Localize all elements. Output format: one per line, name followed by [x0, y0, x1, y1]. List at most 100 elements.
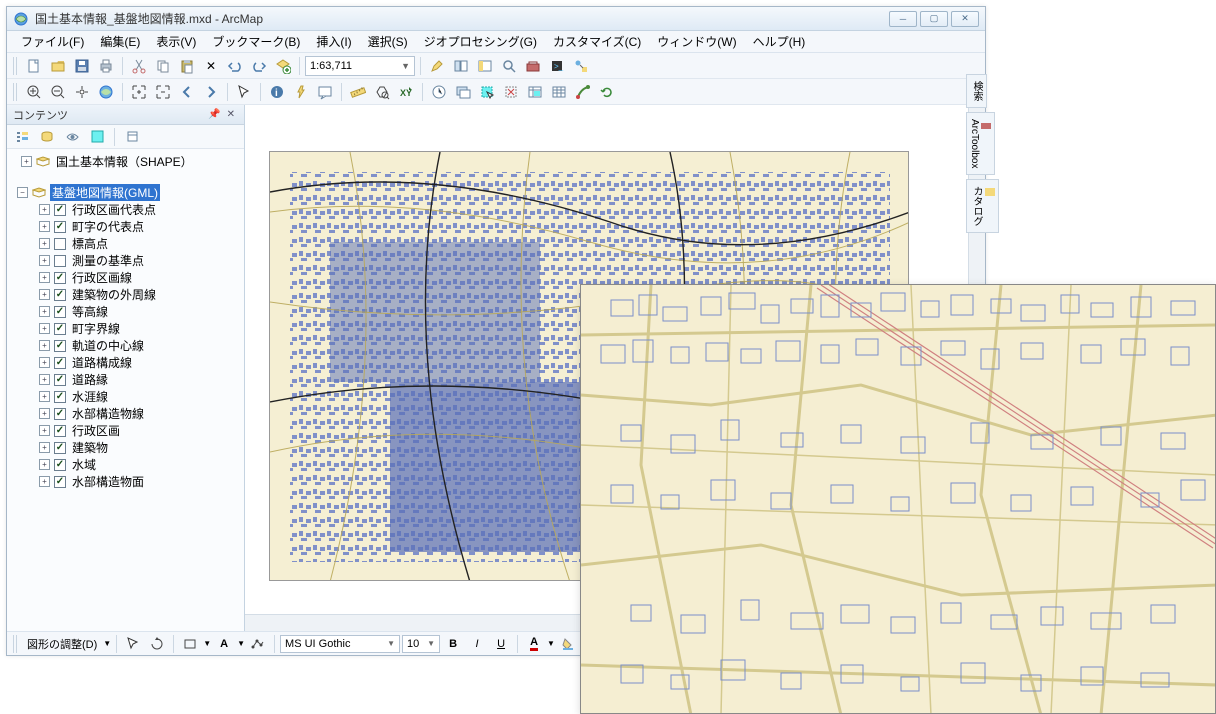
zoom-in-button[interactable] [23, 81, 45, 103]
hyperlink-button[interactable] [290, 81, 312, 103]
rectangle-tool[interactable] [179, 633, 201, 655]
copy-button[interactable] [152, 55, 174, 77]
list-by-selection-button[interactable] [86, 126, 108, 148]
fill-color-button[interactable] [557, 633, 579, 655]
find-button[interactable] [371, 81, 393, 103]
delete-button[interactable]: ✕ [200, 55, 222, 77]
minimize-button[interactable]: ─ [889, 11, 917, 27]
expand-icon[interactable]: + [39, 204, 50, 215]
redo-button[interactable] [248, 55, 270, 77]
pin-icon[interactable]: 📌 [205, 109, 223, 120]
fixed-zoom-out-button[interactable] [152, 81, 174, 103]
layer-label[interactable]: 等高線 [70, 303, 110, 320]
select-by-attributes-button[interactable] [524, 81, 546, 103]
expand-icon[interactable]: + [21, 156, 32, 167]
expand-icon[interactable]: + [39, 357, 50, 368]
menu-help[interactable]: ヘルプ(H) [745, 31, 814, 52]
italic-button[interactable]: I [466, 633, 488, 655]
list-by-drawing-order-button[interactable] [11, 126, 33, 148]
underline-button[interactable]: U [490, 633, 512, 655]
layer-row[interactable]: + 等高線 [7, 303, 244, 320]
catalog-button[interactable] [474, 55, 496, 77]
expand-icon[interactable]: + [39, 340, 50, 351]
expand-icon[interactable]: + [39, 391, 50, 402]
search-button[interactable] [498, 55, 520, 77]
undo-button[interactable] [224, 55, 246, 77]
layer-checkbox[interactable] [54, 221, 66, 233]
layer-row[interactable]: + 水部構造物線 [7, 405, 244, 422]
full-extent-button[interactable] [95, 81, 117, 103]
layer-label[interactable]: 町字の代表点 [70, 218, 146, 235]
forward-extent-button[interactable] [200, 81, 222, 103]
menu-edit[interactable]: 編集(E) [92, 31, 148, 52]
identify-button[interactable]: i [266, 81, 288, 103]
menu-insert[interactable]: 挿入(I) [308, 31, 359, 52]
print-button[interactable] [95, 55, 117, 77]
expand-icon[interactable]: + [39, 272, 50, 283]
menu-window[interactable]: ウィンドウ(W) [649, 31, 744, 52]
toc-button[interactable] [450, 55, 472, 77]
draw-menu[interactable]: 図形の調整(D) [23, 636, 101, 652]
layer-label[interactable]: 道路縁 [70, 371, 110, 388]
layer-row[interactable]: + 町字の代表点 [7, 218, 244, 235]
fixed-zoom-in-button[interactable] [128, 81, 150, 103]
layer-label[interactable]: 水涯線 [70, 388, 110, 405]
menu-select[interactable]: 選択(S) [360, 31, 416, 52]
expand-icon[interactable]: + [39, 289, 50, 300]
layer-group-shape[interactable]: + 国土基本情報（SHAPE） [7, 153, 244, 170]
layer-row[interactable]: + 行政区画線 [7, 269, 244, 286]
bold-button[interactable]: B [442, 633, 464, 655]
layer-row[interactable]: +水部構造物面 [7, 473, 244, 490]
layer-label[interactable]: 行政区画代表点 [70, 201, 158, 218]
options-button[interactable] [121, 126, 143, 148]
layer-checkbox[interactable] [54, 391, 66, 403]
layer-checkbox[interactable] [54, 306, 66, 318]
expand-icon[interactable]: + [39, 255, 50, 266]
find-route-button[interactable] [572, 81, 594, 103]
side-tab-arctoolbox[interactable]: ArcToolbox [966, 112, 995, 175]
list-by-visibility-button[interactable] [61, 126, 83, 148]
layer-checkbox[interactable] [54, 204, 66, 216]
layer-row[interactable]: +標高点 [7, 235, 244, 252]
layer-checkbox[interactable] [54, 357, 66, 369]
python-button[interactable]: >_ [546, 55, 568, 77]
layer-label[interactable]: 町字界線 [70, 320, 122, 337]
time-slider-button[interactable] [428, 81, 450, 103]
expand-icon[interactable]: + [39, 408, 50, 419]
expand-icon[interactable]: + [39, 306, 50, 317]
expand-icon[interactable]: + [39, 442, 50, 453]
font-color-button[interactable]: A [523, 633, 545, 655]
rotate-button[interactable] [146, 633, 168, 655]
expand-icon[interactable]: + [39, 221, 50, 232]
menu-view[interactable]: 表示(V) [148, 31, 204, 52]
layer-row[interactable]: +行政区画 [7, 422, 244, 439]
refresh-button[interactable] [596, 81, 618, 103]
layer-label[interactable]: 水部構造物線 [70, 405, 146, 422]
layer-label[interactable]: 建築物 [70, 439, 110, 456]
layer-checkbox[interactable] [54, 459, 66, 471]
layer-label[interactable]: 水域 [70, 456, 98, 473]
layer-checkbox[interactable] [54, 408, 66, 420]
layer-row[interactable]: + 水涯線 [7, 388, 244, 405]
list-by-source-button[interactable] [36, 126, 58, 148]
html-popup-button[interactable] [314, 81, 336, 103]
layer-label[interactable]: 行政区画 [70, 422, 122, 439]
cut-button[interactable] [128, 55, 150, 77]
menu-bookmark[interactable]: ブックマーク(B) [204, 31, 308, 52]
layer-checkbox[interactable] [54, 476, 66, 488]
layer-checkbox[interactable] [54, 425, 66, 437]
close-button[interactable]: ✕ [951, 11, 979, 27]
select-elements-button[interactable] [122, 633, 144, 655]
edit-vertices-button[interactable] [247, 633, 269, 655]
goto-xy-button[interactable]: XY [395, 81, 417, 103]
layer-row[interactable]: + 行政区画代表点 [7, 201, 244, 218]
menu-file[interactable]: ファイル(F) [13, 31, 92, 52]
layer-checkbox[interactable] [54, 323, 66, 335]
layer-checkbox[interactable] [54, 374, 66, 386]
clear-selection-button[interactable] [500, 81, 522, 103]
layer-checkbox[interactable] [54, 272, 66, 284]
layer-checkbox[interactable] [54, 255, 66, 267]
expand-icon[interactable]: + [39, 323, 50, 334]
layer-label[interactable]: 行政区画線 [70, 269, 134, 286]
layer-row[interactable]: +軌道の中心線 [7, 337, 244, 354]
